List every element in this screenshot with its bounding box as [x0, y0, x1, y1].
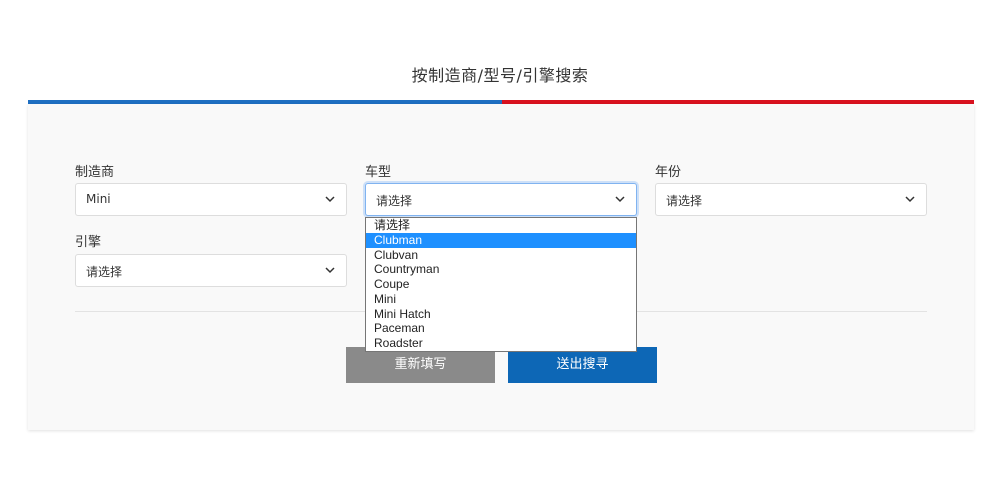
- model-label: 车型: [365, 165, 392, 180]
- dropdown-option[interactable]: Coupe: [366, 277, 636, 292]
- chevron-down-icon: [615, 196, 625, 203]
- dropdown-option[interactable]: Clubman: [366, 232, 636, 248]
- chevron-down-icon: [325, 267, 335, 274]
- dropdown-option[interactable]: 请选择: [366, 218, 636, 233]
- page-title: 按制造商/型号/引擎搜索: [411, 66, 589, 85]
- submit-search-button[interactable]: 送出搜寻: [508, 347, 657, 383]
- reset-button[interactable]: 重新填写: [346, 347, 495, 383]
- engine-select[interactable]: 请选择: [75, 254, 347, 287]
- dropdown-option[interactable]: Mini: [366, 292, 636, 307]
- engine-label: 引擎: [75, 235, 102, 250]
- manufacturer-label: 制造商: [75, 165, 115, 180]
- model-select-value: 请选择: [376, 194, 413, 208]
- dropdown-option[interactable]: Paceman: [366, 321, 636, 336]
- dropdown-option[interactable]: Clubvan: [366, 248, 636, 263]
- manufacturer-select[interactable]: Mini: [75, 183, 347, 216]
- dropdown-option[interactable]: Countryman: [366, 262, 636, 277]
- model-select[interactable]: 请选择: [365, 183, 637, 216]
- model-dropdown-list: 请选择 Clubman Clubvan Countryman Coupe Min…: [365, 217, 637, 352]
- manufacturer-select-value: Mini: [86, 192, 111, 206]
- year-select[interactable]: 请选择: [655, 183, 927, 216]
- dropdown-option[interactable]: Mini Hatch: [366, 307, 636, 322]
- year-select-value: 请选择: [666, 194, 703, 208]
- chevron-down-icon: [905, 196, 915, 203]
- year-label: 年份: [655, 165, 682, 180]
- chevron-down-icon: [325, 196, 335, 203]
- engine-select-value: 请选择: [86, 265, 123, 279]
- dropdown-option[interactable]: Roadster: [366, 336, 636, 351]
